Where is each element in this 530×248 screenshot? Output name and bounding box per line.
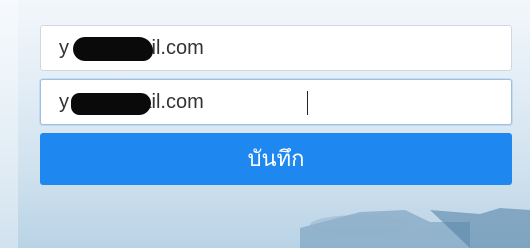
redaction-mark — [73, 37, 153, 61]
text-cursor — [307, 91, 308, 115]
confirm-email-field[interactable]: y rn@gmail.com — [40, 79, 512, 125]
save-button[interactable]: บันทึก — [40, 133, 512, 185]
redaction-mark — [71, 93, 151, 115]
email-form: y rn@gmail.com y rn@gmail.com บันทึก — [40, 25, 512, 185]
email-field[interactable]: y rn@gmail.com — [40, 25, 512, 71]
